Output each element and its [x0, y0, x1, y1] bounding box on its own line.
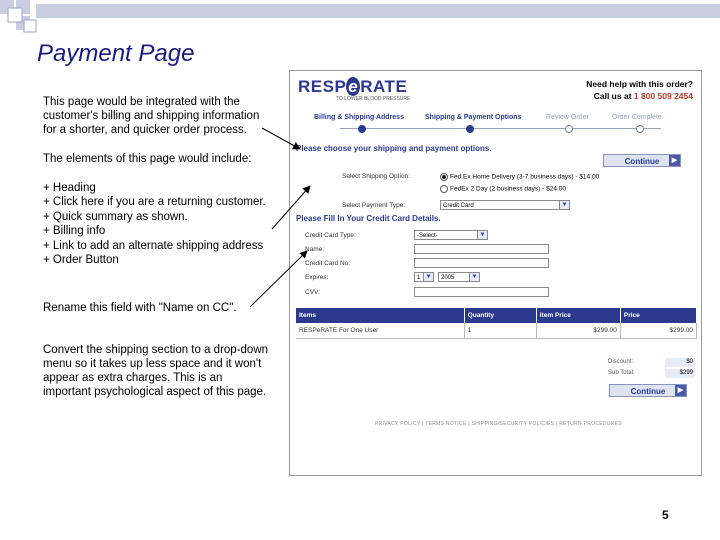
chevron-down-icon: ▼ — [477, 231, 487, 239]
cc-expiry-month-select[interactable]: 1 ▼ — [414, 272, 434, 282]
cc-type-label: Credit Card Type: — [305, 232, 356, 239]
item-total-price: $299.00 — [620, 323, 698, 339]
convert-line: Convert the shipping section to a drop-d… — [43, 344, 269, 356]
column-header-price: Price — [620, 308, 698, 323]
list-item: + Heading — [43, 182, 96, 194]
expiry-year-value: 2005 — [441, 275, 455, 281]
cc-type-select[interactable]: -Select- ▼ — [414, 230, 488, 240]
item-quantity: 1 — [464, 323, 537, 339]
logo-tagline: TO LOWER BLOOD PRESSURE — [336, 96, 411, 102]
step-dot — [565, 125, 573, 133]
convert-note: Convert the shipping section to a drop-d… — [43, 343, 268, 399]
convert-line: menu so it takes up less space and it wo… — [43, 358, 262, 370]
item-name: RESPeRATE For One User — [296, 323, 465, 339]
cc-expiry-year-select[interactable]: 2005 ▼ — [438, 272, 480, 282]
convert-line: important psychological aspect of this p… — [43, 386, 267, 398]
choose-options-heading: Please choose your shipping and payment … — [296, 144, 492, 153]
page-number: 5 — [662, 508, 669, 522]
continue-label: Continue — [624, 157, 660, 166]
list-item: + Quick summary as shown. — [43, 210, 188, 223]
help-call: Call us at 1 800 509 2454 — [594, 91, 693, 101]
play-icon: ▶ — [669, 155, 680, 166]
list-item: + Link to add an alternate shipping addr… — [43, 239, 264, 252]
radio-selected[interactable] — [440, 173, 448, 181]
intro-note: This page would be integrated with the c… — [43, 95, 259, 137]
cc-type-value: -Select- — [417, 233, 438, 239]
continue-button-bottom[interactable]: Continue ▶ — [609, 384, 687, 397]
cc-expiry-label: Expires: — [305, 274, 329, 281]
column-header-items: Items — [296, 308, 465, 323]
resperate-logo: RESP e RATE — [298, 77, 407, 97]
elements-heading: The elements of this page would include: — [43, 153, 252, 165]
logo-e: e — [346, 77, 361, 96]
step-dot — [636, 125, 644, 133]
payment-type-value: Credit Card — [443, 203, 474, 209]
elements-list: + Heading + Click here if you are a retu… — [43, 181, 266, 267]
step-dot — [358, 125, 366, 133]
help-phone: 1 800 509 2454 — [633, 91, 693, 101]
continue-label: Continue — [630, 387, 666, 396]
step-shipping: Shipping & Payment Options — [425, 114, 522, 121]
chevron-down-icon: ▼ — [559, 201, 569, 209]
list-item: + Click here if you are a returning cust… — [43, 196, 266, 209]
footer-links[interactable]: PRIVACY POLICY | TERMS NOTICE | SHIPPING… — [375, 421, 622, 427]
decorative-squares — [0, 0, 720, 33]
play-icon: ▶ — [675, 385, 686, 396]
list-item: + Billing info — [43, 225, 106, 238]
column-header-quantity: Quantity — [464, 308, 537, 323]
chevron-down-icon: ▼ — [423, 273, 433, 281]
convert-line: appear as extra charges. This is an — [43, 372, 223, 384]
cc-number-input[interactable] — [414, 258, 549, 268]
discount-label: Discount: — [608, 359, 634, 365]
item-unit-price: $299.00 — [536, 323, 621, 339]
subtotal-label: Sub Total: — [608, 370, 635, 376]
list-item: + Order Button — [43, 254, 119, 267]
help-title: Need help with this order? — [586, 79, 693, 89]
payment-type-label: Select Payment Type: — [342, 202, 406, 209]
checkout-steps: Billing & Shipping Address Shipping & Pa… — [290, 111, 701, 137]
cc-name-label: Name: — [305, 246, 325, 253]
step-complete: Order Complete — [612, 114, 662, 121]
shipping-option-fedex-2day[interactable]: FedEx 2 Day (2 business days) - $24.00 — [440, 185, 566, 193]
shipping-option-text: FedEx 2 Day (2 business days) - $24.00 — [450, 185, 566, 193]
chevron-down-icon: ▼ — [469, 273, 479, 281]
shipping-option-fedex-home[interactable]: Fed.Ex Home Delivery (3-7 business days)… — [440, 173, 599, 181]
payment-page-screenshot: RESP e RATE TO LOWER BLOOD PRESSURE Need h… — [289, 70, 702, 476]
cc-details-heading: Please Fill In Your Credit Card Details. — [296, 214, 441, 223]
intro-line: This page would be integrated with the — [43, 96, 240, 108]
cvv-label: CVV: — [305, 289, 320, 296]
help-call-prefix: Call us at — [593, 91, 632, 101]
step-dot — [466, 125, 474, 133]
cc-number-label: Credit Card No: — [305, 260, 351, 267]
continue-button-top[interactable]: Continue ▶ — [603, 154, 681, 167]
shipping-option-text: Fed.Ex Home Delivery (3-7 business days)… — [450, 173, 600, 181]
rename-note: Rename this field with "Name on CC". — [43, 302, 237, 314]
steps-line — [340, 128, 661, 129]
shipping-option-label: Select Shipping Option: — [342, 173, 410, 180]
slide-title: Payment Page — [37, 40, 195, 67]
intro-line: customer's billing and shipping informat… — [43, 110, 260, 122]
step-billing: Billing & Shipping Address — [314, 114, 404, 121]
logo-text: RATE — [360, 77, 408, 96]
cvv-input[interactable] — [414, 287, 549, 297]
cc-name-input[interactable] — [414, 244, 549, 254]
intro-line: for a shorter, and quicker order process… — [43, 124, 247, 136]
radio-unselected[interactable] — [440, 185, 448, 193]
column-header-item-price: Item Price — [536, 308, 621, 323]
step-review: Review Order — [546, 114, 589, 121]
table-row: RESPeRATE For One User 1 $299.00 $299.00 — [296, 323, 698, 339]
order-summary-table: Items Quantity Item Price Price RESPeRAT… — [296, 308, 698, 339]
logo-text: RESP — [298, 77, 347, 96]
expiry-month-value: 1 — [417, 275, 421, 281]
discount-value: $0 — [665, 358, 695, 367]
payment-type-select[interactable]: Credit Card ▼ — [440, 200, 570, 210]
table-header-row: Items Quantity Item Price Price — [296, 308, 698, 323]
subtotal-value: $299 — [665, 369, 695, 378]
